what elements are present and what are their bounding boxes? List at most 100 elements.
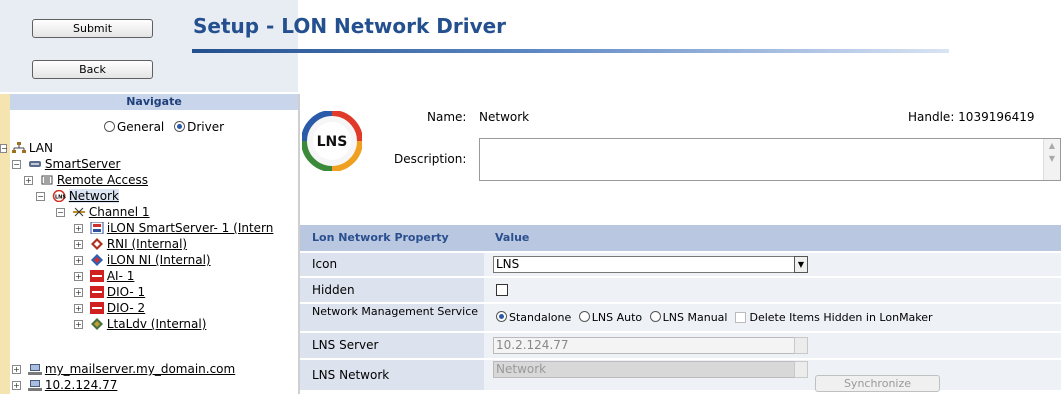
radio-general-label: General [116,120,165,134]
hidden-checkbox[interactable] [496,284,508,296]
tree-label-dio2: DIO- 2 [106,301,146,315]
tree-label-dio1: DIO- 1 [106,285,146,299]
tree-item-remote-access[interactable]: + Remote Access [24,173,148,188]
lns-server-value: 10.2.124.77 [496,338,569,352]
tree-label-ltaldv: LtaLdv (Internal) [106,317,207,331]
nav-side-strip [0,94,10,394]
handle-text: Handle: 1039196419 [908,110,1035,124]
tree-item-dio2[interactable]: + DIO- 2 [74,301,145,316]
tree-label-remote-access: Remote Access [56,173,149,187]
property-label: Icon [300,253,484,276]
rni-icon [90,238,104,250]
delete-hidden-label: Delete Items Hidden in LonMaker [749,311,933,324]
chevron-down-icon[interactable]: ▼ [794,256,808,273]
tree-label-ai1: AI- 1 [106,269,135,283]
radio-driver-label: Driver [187,120,225,134]
tree-item-network[interactable]: − LNS Network [36,189,119,204]
expand-icon[interactable]: + [74,320,83,329]
collapse-icon[interactable]: − [12,160,21,169]
tree-item-ip[interactable]: + 10.2.124.77 [12,378,117,393]
description-field[interactable] [479,138,1061,181]
expand-icon[interactable]: + [24,176,33,185]
expand-icon[interactable]: + [74,304,83,313]
device-ai-icon [89,270,104,282]
computer-icon [27,379,42,391]
chevron-down-icon[interactable] [794,337,808,354]
page-title: Setup - LON Network Driver [193,14,507,38]
tree-label-ip: 10.2.124.77 [44,378,118,392]
synchronize-button[interactable]: Synchronize [815,375,940,392]
tree-label-mailserver: my_mailserver.my_domain.com [44,362,236,376]
nav-header: Navigate [10,94,298,110]
radio-standalone[interactable] [496,311,507,322]
tree-label-ilon-ni: iLON NI (Internal) [106,253,211,267]
lns-server-select[interactable]: 10.2.124.77 [493,337,808,354]
network-lns-icon: LNS [52,189,66,203]
tree-label-lan: LAN [28,141,53,155]
device-ilon-icon [90,221,104,235]
name-value: Network [479,110,530,124]
channel-icon [72,206,86,218]
chevron-down-icon[interactable] [794,361,808,378]
property-row-hidden: Hidden [300,278,1061,302]
scroll-up-icon[interactable]: ▲ [1044,139,1060,152]
nms-options: Standalone LNS Auto LNS Manual Delete It… [496,311,933,324]
description-scrollbar[interactable]: ▲ ▼ [1043,139,1060,180]
expand-icon[interactable]: + [12,381,21,390]
tree-item-channel[interactable]: − Channel 1 [56,205,150,220]
tree-item-ltaldv[interactable]: + LtaLdv (Internal) [74,317,206,332]
property-value-cell [484,278,1061,302]
column-header-value: Value [484,225,1061,251]
radio-standalone-label: Standalone [509,311,572,324]
property-row-lns-network: LNS Network Network Synchronize [300,360,1061,392]
tree-item-smartserver[interactable]: − SmartServer [12,157,120,172]
delete-hidden-checkbox[interactable] [734,312,746,323]
collapse-icon[interactable]: − [56,208,65,217]
tree-label-smartserver: SmartServer [44,157,121,171]
name-label: Name: [427,110,467,124]
tree-item-ilon-ni[interactable]: + iLON NI (Internal) [74,253,211,268]
tree-item-mailserver[interactable]: + my_mailserver.my_domain.com [12,362,235,377]
tree-label-network: Network [68,189,119,203]
svg-text:LNS: LNS [55,195,66,201]
back-button[interactable]: Back [32,60,153,79]
view-mode-radios: General Driver [0,120,298,134]
expand-icon[interactable]: + [12,365,21,374]
scroll-down-icon[interactable]: ▼ [1044,152,1060,165]
expand-icon[interactable]: + [74,256,83,265]
smartserver-icon [28,158,42,170]
navigation-panel: Navigate General Driver − LAN − SmartSer… [0,94,298,394]
radio-lns-auto-label: LNS Auto [591,311,643,324]
expand-icon[interactable]: + [74,240,83,249]
icon-select-value: LNS [496,257,520,271]
property-row-icon: Icon LNS ▼ [300,253,1061,276]
tree-item-dio1[interactable]: + DIO- 1 [74,285,145,300]
mailserver-icon [27,363,42,375]
radio-driver[interactable] [174,121,186,132]
collapse-icon[interactable]: − [0,144,8,153]
tree-item-lan[interactable]: − LAN [0,141,53,156]
property-label: Hidden [300,278,484,302]
tree-label-rni: RNI (Internal) [106,237,188,251]
lan-icon [11,142,26,154]
tree-item-rni[interactable]: + RNI (Internal) [74,237,187,252]
lns-network-select[interactable]: Network [493,361,808,378]
description-label: Description: [394,152,467,166]
property-label: Network Management Service [300,304,484,331]
radio-general[interactable] [103,121,115,132]
property-row-lns-server: LNS Server 10.2.124.77 [300,333,1061,358]
radio-lns-auto[interactable] [578,311,590,322]
expand-icon[interactable]: + [74,224,83,233]
tree-item-ilon-smartserver[interactable]: + iLON SmartServer- 1 (Intern [74,221,273,236]
radio-lns-manual[interactable] [649,311,661,322]
column-header-property: Lon Network Property [300,225,484,251]
lns-network-value: Network [496,362,547,376]
remote-access-icon [40,174,54,186]
expand-icon[interactable]: + [74,272,83,281]
collapse-icon[interactable]: − [36,192,45,201]
submit-button[interactable]: Submit [32,19,153,38]
property-label: LNS Network [300,360,484,390]
expand-icon[interactable]: + [74,288,83,297]
tree-item-ai1[interactable]: + AI- 1 [74,269,134,284]
icon-select[interactable]: LNS ▼ [493,256,808,273]
